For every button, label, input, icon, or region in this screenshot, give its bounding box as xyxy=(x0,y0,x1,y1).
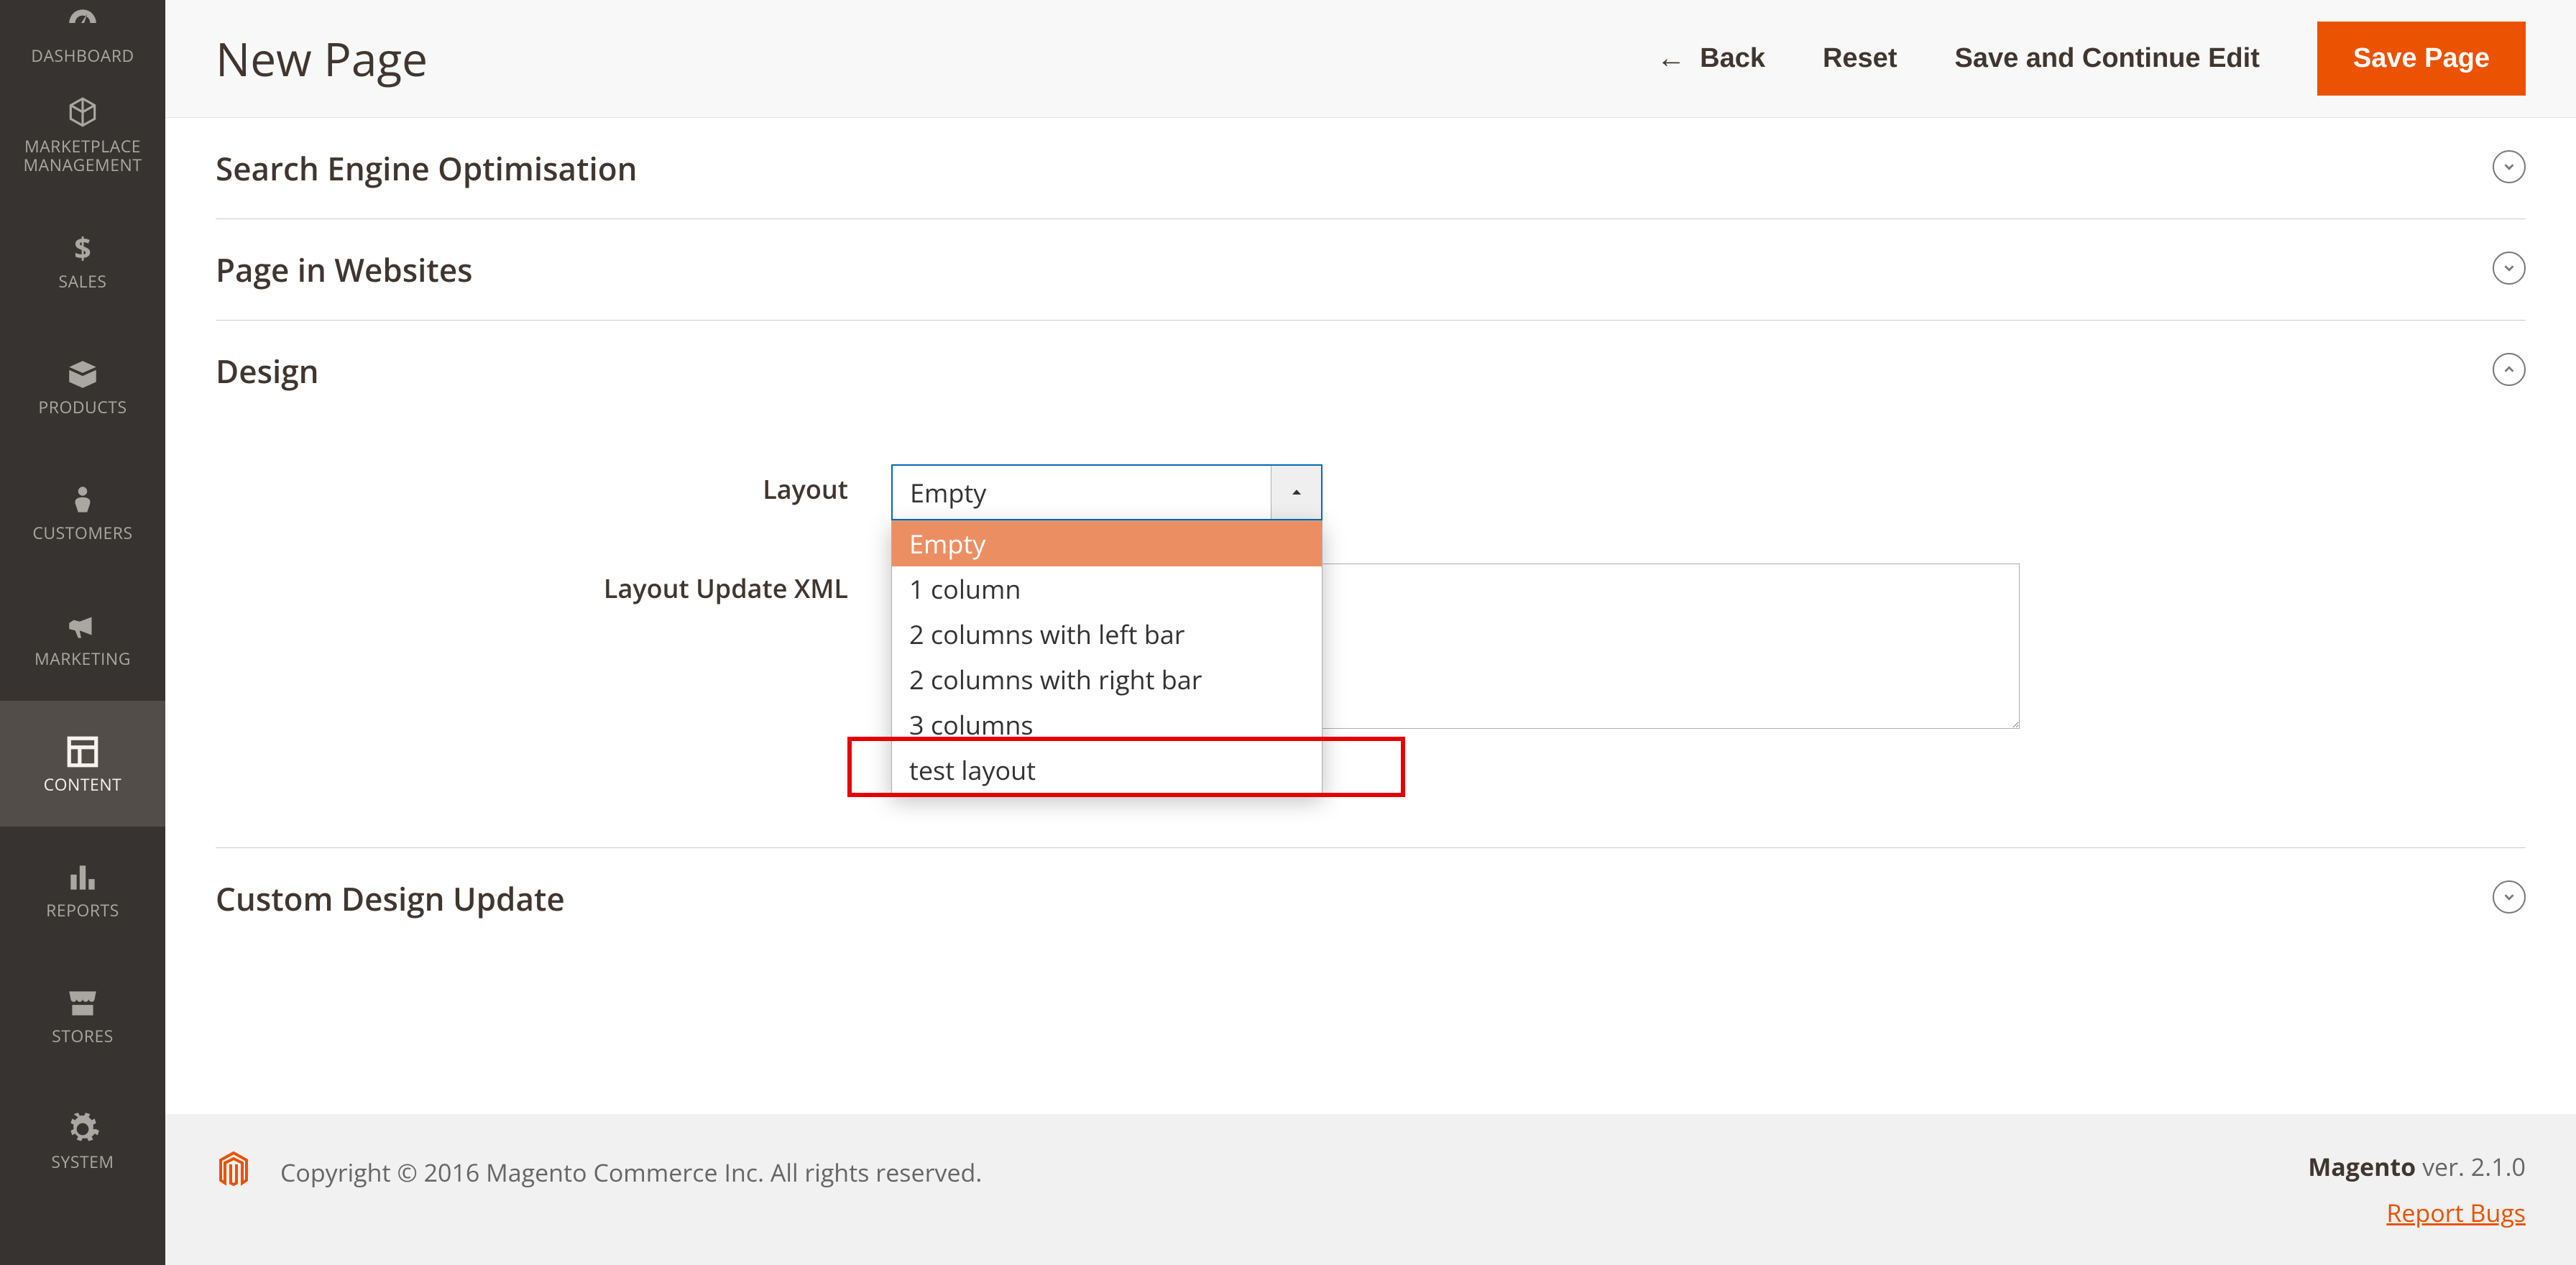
section-title: Page in Websites xyxy=(216,248,2526,291)
back-button[interactable]: ← Back xyxy=(1657,42,1765,75)
sidebar-item-label: CONTENT xyxy=(44,776,122,794)
design-form-body: Layout Empty Empty 1 column xyxy=(216,392,2526,819)
header-actions: ← Back Reset Save and Continue Edit Save… xyxy=(1657,22,2526,96)
sidebar-item-sales[interactable]: $ SALES xyxy=(0,198,165,323)
chart-icon xyxy=(65,860,101,896)
arrow-left-icon: ← xyxy=(1657,42,1685,75)
sidebar-item-label: DASHBOARD xyxy=(31,47,134,65)
layout-option-1column[interactable]: 1 column xyxy=(892,566,1322,612)
marketplace-icon xyxy=(65,96,101,132)
sidebar-item-stores[interactable]: STORES xyxy=(0,952,165,1078)
layout-option-2col-left[interactable]: 2 columns with left bar xyxy=(892,612,1322,657)
chevron-down-icon[interactable] xyxy=(2493,252,2526,285)
sidebar-item-label: PRODUCTS xyxy=(38,398,126,416)
layout-option-2col-right[interactable]: 2 columns with right bar xyxy=(892,657,1322,702)
store-icon xyxy=(65,985,101,1021)
footer-right: Magento ver. 2.1.0 Report Bugs xyxy=(2308,1150,2526,1229)
dollar-icon: $ xyxy=(65,231,101,267)
section-seo[interactable]: Search Engine Optimisation xyxy=(216,118,2526,219)
section-custom-design-update[interactable]: Custom Design Update xyxy=(216,848,2526,949)
page-header: New Page ← Back Reset Save and Continue … xyxy=(165,0,2576,118)
section-title: Custom Design Update xyxy=(216,877,2526,920)
sidebar-item-label: SYSTEM xyxy=(51,1153,114,1171)
layout-select-value: Empty xyxy=(893,475,1271,510)
person-icon xyxy=(65,482,101,518)
version-text: Magento ver. 2.1.0 xyxy=(2308,1150,2526,1183)
sidebar-item-label: STORES xyxy=(52,1027,114,1045)
sidebar-item-dashboard[interactable]: DASHBOARD xyxy=(0,0,165,72)
sidebar-item-customers[interactable]: CUSTOMERS xyxy=(0,449,165,575)
box-icon xyxy=(65,356,101,392)
sidebar-item-label: MARKETING xyxy=(34,650,131,668)
main-content: New Page ← Back Reset Save and Continue … xyxy=(165,0,2576,1265)
layout-label: Layout xyxy=(589,464,891,507)
version-number: ver. 2.1.0 xyxy=(2416,1150,2526,1183)
section-title: Design xyxy=(216,349,2526,392)
sidebar-item-products[interactable]: PRODUCTS xyxy=(0,323,165,449)
save-continue-button[interactable]: Save and Continue Edit xyxy=(1954,43,2259,74)
layout-update-xml-label: Layout Update XML xyxy=(589,564,891,606)
magento-logo-icon xyxy=(216,1150,252,1194)
layout-dropdown: Empty 1 column 2 columns with left bar 2… xyxy=(891,520,1322,794)
form-row-layout-update-xml: Layout Update XML xyxy=(589,564,2526,732)
sidebar-item-label: MARKETPLACE MANAGEMENT xyxy=(0,137,165,174)
dashboard-icon xyxy=(65,5,101,41)
sidebar-item-system[interactable]: SYSTEM xyxy=(0,1078,165,1204)
sidebar-item-label: REPORTS xyxy=(46,901,119,919)
sidebar-item-label: CUSTOMERS xyxy=(32,524,132,542)
layout-select-wrap: Empty Empty 1 column 2 columns with left… xyxy=(891,464,1322,520)
sidebar-item-reports[interactable]: REPORTS xyxy=(0,827,165,952)
layout-option-test[interactable]: test layout xyxy=(892,748,1322,793)
chevron-up-icon[interactable] xyxy=(2493,353,2526,386)
gear-icon xyxy=(65,1111,101,1147)
svg-text:$: $ xyxy=(74,231,91,267)
section-title: Search Engine Optimisation xyxy=(216,147,2526,190)
back-button-label: Back xyxy=(1700,43,1765,74)
layout-icon xyxy=(65,734,101,770)
sidebar-item-marketing[interactable]: MARKETING xyxy=(0,575,165,701)
footer: Copyright © 2016 Magento Commerce Inc. A… xyxy=(165,1114,2576,1265)
report-bugs-link[interactable]: Report Bugs xyxy=(2308,1196,2526,1229)
layout-select[interactable]: Empty xyxy=(891,464,1322,520)
section-websites[interactable]: Page in Websites xyxy=(216,219,2526,321)
brand-name: Magento xyxy=(2308,1150,2416,1183)
layout-option-empty[interactable]: Empty xyxy=(892,521,1322,566)
megaphone-icon xyxy=(65,608,101,644)
chevron-down-icon[interactable] xyxy=(2493,880,2526,914)
sidebar-item-content[interactable]: CONTENT xyxy=(0,701,165,827)
layout-option-3columns[interactable]: 3 columns xyxy=(892,702,1322,748)
caret-up-icon[interactable] xyxy=(1271,466,1321,519)
reset-button[interactable]: Reset xyxy=(1823,43,1898,74)
page-title: New Page xyxy=(216,27,428,90)
section-design: Design Layout Empty xyxy=(216,321,2526,848)
sidebar: DASHBOARD MARKETPLACE MANAGEMENT $ SALES… xyxy=(0,0,165,1265)
form-content: Search Engine Optimisation Page in Websi… xyxy=(165,118,2576,1114)
sidebar-item-marketplace[interactable]: MARKETPLACE MANAGEMENT xyxy=(0,72,165,198)
form-row-layout: Layout Empty Empty 1 column xyxy=(589,464,2526,520)
copyright-text: Copyright © 2016 Magento Commerce Inc. A… xyxy=(280,1156,982,1189)
chevron-down-icon[interactable] xyxy=(2493,150,2526,183)
footer-left: Copyright © 2016 Magento Commerce Inc. A… xyxy=(216,1150,982,1194)
sidebar-item-label: SALES xyxy=(58,272,106,290)
save-page-button[interactable]: Save Page xyxy=(2317,22,2526,96)
